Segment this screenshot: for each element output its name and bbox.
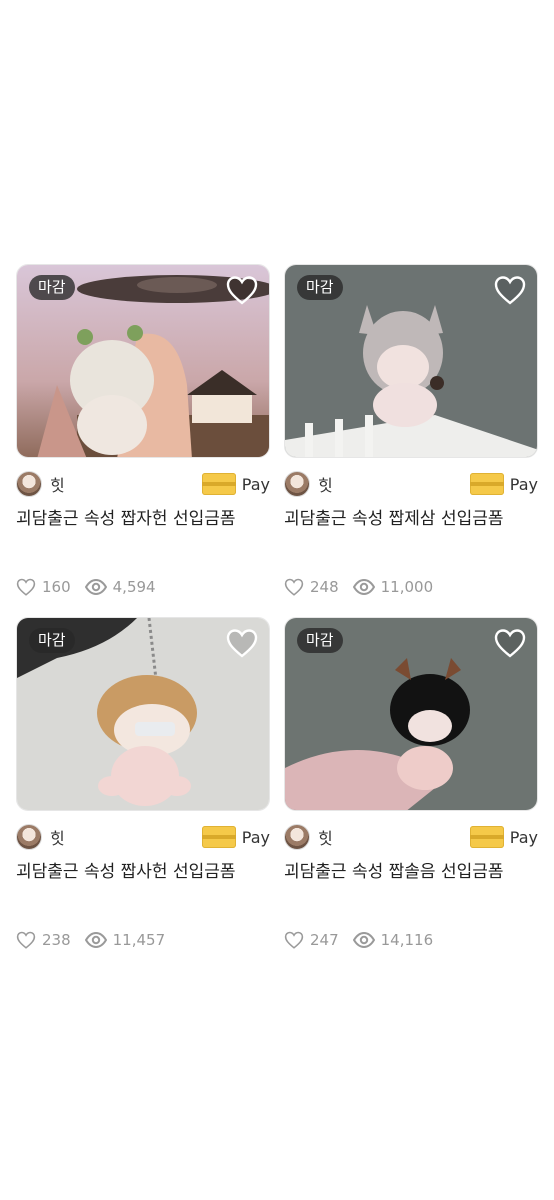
pay-label: Pay [241, 474, 270, 494]
avatar[interactable] [16, 824, 42, 850]
product-thumbnail[interactable]: 마감 [16, 617, 270, 811]
heart-icon [284, 931, 304, 949]
card-icon [201, 826, 236, 848]
product-card[interactable]: 마감 힛 Pay 괴담출근 속성 짭자헌 선입금폼 160 4,594 [16, 264, 270, 617]
card-icon [201, 473, 236, 495]
product-grid: 마감 힛 Pay 괴담출근 속성 짭자헌 선입금폼 160 4,594 마감 힛… [16, 264, 538, 970]
like-button[interactable] [493, 626, 527, 660]
eye-icon [84, 932, 107, 948]
closed-badge: 마감 [29, 628, 75, 653]
heart-icon [284, 578, 304, 596]
product-card[interactable]: 마감 힛 Pay 괴담출근 속성 짭제삼 선입금폼 248 11,000 [284, 264, 538, 617]
closed-badge: 마감 [297, 628, 343, 653]
like-button[interactable] [225, 626, 259, 660]
closed-badge: 마감 [297, 275, 343, 300]
product-card[interactable]: 마감 힛 Pay 괴담출근 속성 짭솔음 선입금폼 247 14,116 [284, 617, 538, 970]
avatar[interactable] [284, 471, 310, 497]
seller-row: 힛 Pay [284, 823, 538, 851]
pay-label: Pay [241, 827, 270, 847]
product-thumbnail[interactable]: 마감 [16, 264, 270, 458]
eye-icon [84, 579, 107, 595]
view-count: 14,116 [380, 931, 434, 949]
seller-name[interactable]: 힛 [50, 825, 65, 849]
eye-icon [352, 579, 375, 595]
like-count: 160 [42, 578, 71, 596]
pay-badge: Pay [201, 826, 270, 848]
product-stats: 248 11,000 [284, 578, 538, 596]
eye-icon [352, 932, 375, 948]
view-count: 11,000 [380, 578, 434, 596]
seller-name[interactable]: 힛 [50, 472, 65, 496]
avatar[interactable] [16, 471, 42, 497]
product-title[interactable]: 괴담출근 속성 짭자헌 선입금폼 [16, 508, 270, 552]
like-count: 248 [310, 578, 339, 596]
product-stats: 160 4,594 [16, 578, 270, 596]
card-icon [469, 473, 504, 495]
heart-icon [226, 276, 258, 305]
product-stats: 247 14,116 [284, 931, 538, 949]
product-stats: 238 11,457 [16, 931, 270, 949]
heart-icon [16, 931, 36, 949]
like-count: 247 [310, 931, 339, 949]
product-card[interactable]: 마감 힛 Pay 괴담출근 속성 짭사헌 선입금폼 238 11,457 [16, 617, 270, 970]
seller-name[interactable]: 힛 [318, 472, 333, 496]
pay-label: Pay [509, 474, 538, 494]
heart-icon [226, 629, 258, 658]
product-thumbnail[interactable]: 마감 [284, 264, 538, 458]
avatar[interactable] [284, 824, 310, 850]
seller-row: 힛 Pay [16, 823, 270, 851]
pay-label: Pay [509, 827, 538, 847]
view-count: 4,594 [112, 578, 156, 596]
heart-icon [494, 629, 526, 658]
pay-badge: Pay [469, 473, 538, 495]
pay-badge: Pay [469, 826, 538, 848]
product-thumbnail[interactable]: 마감 [284, 617, 538, 811]
like-count: 238 [42, 931, 71, 949]
product-title[interactable]: 괴담출근 속성 짭제삼 선입금폼 [284, 508, 538, 552]
seller-row: 힛 Pay [284, 470, 538, 498]
card-icon [469, 826, 504, 848]
like-button[interactable] [225, 273, 259, 307]
seller-row: 힛 Pay [16, 470, 270, 498]
product-title[interactable]: 괴담출근 속성 짭솔음 선입금폼 [284, 861, 538, 905]
heart-icon [16, 578, 36, 596]
heart-icon [494, 276, 526, 305]
product-title[interactable]: 괴담출근 속성 짭사헌 선입금폼 [16, 861, 270, 905]
pay-badge: Pay [201, 473, 270, 495]
closed-badge: 마감 [29, 275, 75, 300]
like-button[interactable] [493, 273, 527, 307]
seller-name[interactable]: 힛 [318, 825, 333, 849]
view-count: 11,457 [112, 931, 166, 949]
